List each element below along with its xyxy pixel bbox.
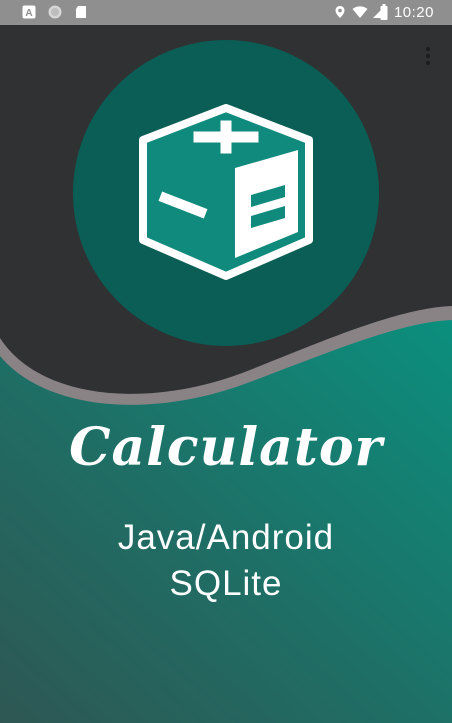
subtitle-line-2: SQLite — [169, 564, 283, 603]
circle-icon — [48, 5, 62, 19]
wifi-icon — [352, 6, 368, 18]
svg-text:A: A — [25, 8, 32, 19]
sd-card-icon — [76, 6, 86, 18]
calculator-cube-icon — [73, 40, 379, 346]
splash-screen: A 10:20 Calculator Java/Android SQLite — [0, 0, 452, 723]
status-bar: A 10:20 — [0, 0, 452, 25]
location-icon — [335, 6, 345, 18]
status-time: 10:20 — [393, 4, 434, 21]
app-title: Calculator — [69, 417, 383, 478]
notification-a-icon: A — [22, 5, 36, 19]
battery-icon — [380, 4, 388, 20]
subtitle-line-1: Java/Android — [117, 518, 335, 557]
more-vert-icon[interactable] — [418, 44, 438, 68]
